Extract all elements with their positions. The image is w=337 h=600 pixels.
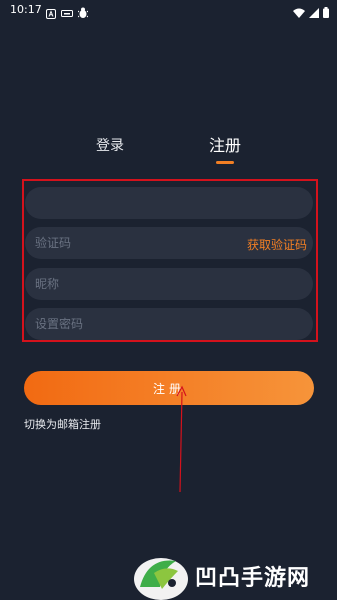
watermark-text: 凹凸手游网 (195, 566, 311, 591)
cast-icon (61, 4, 73, 23)
active-tab-indicator (216, 161, 234, 164)
nickname-input[interactable] (25, 268, 313, 300)
register-button[interactable]: 注册 (24, 371, 314, 405)
phone-field[interactable] (25, 187, 313, 219)
watermark-logo-icon (134, 558, 188, 600)
code-field[interactable]: 获取验证码 (25, 227, 313, 259)
status-bar: 10:17 (0, 0, 337, 20)
auth-tabs: 登录 注册 (0, 136, 337, 166)
nickname-field[interactable] (25, 268, 313, 300)
a-icon (46, 4, 56, 23)
signal-icon (309, 3, 319, 22)
tab-login[interactable]: 登录 (96, 136, 124, 156)
password-input[interactable] (25, 308, 313, 340)
site-watermark: 凹凸手游网 (132, 547, 337, 600)
battery-icon (323, 3, 329, 22)
annotation-arrow-icon (176, 385, 187, 493)
password-field[interactable] (25, 308, 313, 340)
status-time: 10:17 (10, 3, 42, 16)
get-code-button[interactable]: 获取验证码 (247, 236, 307, 253)
tab-register[interactable]: 注册 (209, 136, 241, 156)
bug-icon (77, 4, 89, 23)
switch-to-email-register-link[interactable]: 切换为邮箱注册 (24, 416, 101, 432)
phone-input[interactable] (25, 187, 313, 219)
wifi-icon (293, 3, 305, 22)
